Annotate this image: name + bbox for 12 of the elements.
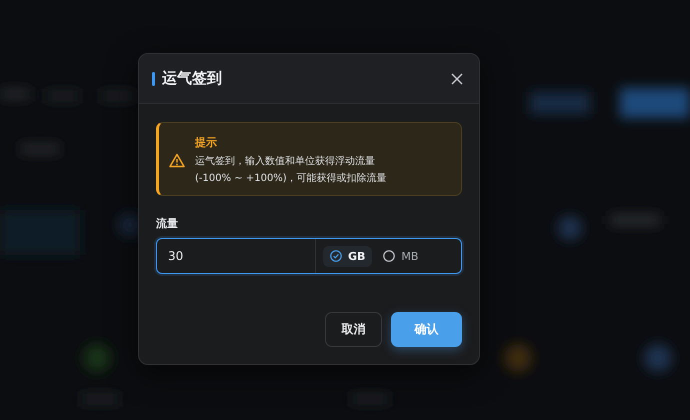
alert-text: 运气签到，输入数值和单位获得浮动流量 bbox=[195, 154, 376, 168]
warning-icon bbox=[169, 152, 185, 168]
unit-radio[interactable]: MB bbox=[376, 246, 426, 266]
cancel-button[interactable]: 取消 bbox=[325, 312, 382, 347]
close-icon[interactable] bbox=[449, 70, 465, 86]
title-accent-bar bbox=[152, 72, 155, 86]
alert-title: 提示 bbox=[195, 135, 218, 150]
field-label: 流量 bbox=[156, 216, 179, 231]
alert-text: (-100% ~ +100%)，可能获得或扣除流量 bbox=[195, 172, 387, 185]
unit-radio[interactable]: GB bbox=[323, 246, 372, 266]
dialog-title: 运气签到 bbox=[162, 69, 223, 88]
amount-input[interactable]: 30 GB MB bbox=[156, 238, 462, 274]
